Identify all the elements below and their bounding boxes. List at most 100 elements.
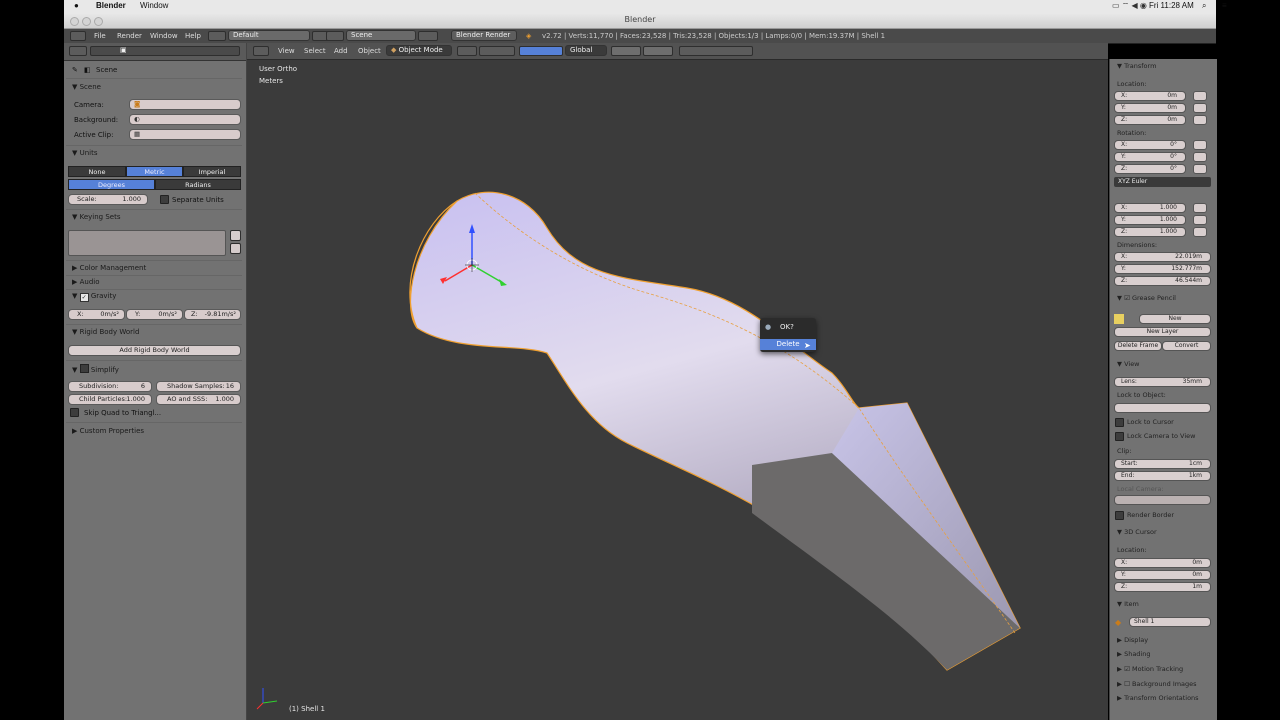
delete-frame-button[interactable]: Delete Frame — [1114, 341, 1162, 351]
lock-object-field[interactable] — [1114, 403, 1211, 413]
orientation-select[interactable]: Global — [565, 45, 607, 56]
rotation-radians[interactable]: Radians — [155, 179, 241, 190]
lock-scale-z-icon[interactable] — [1193, 227, 1207, 237]
scene-add-remove[interactable] — [418, 31, 438, 41]
simplify-checkbox[interactable] — [79, 364, 89, 373]
scale-x-field[interactable]: X: 1.000 — [1114, 203, 1186, 213]
panel-custom-properties-header[interactable]: ▶ Custom Properties — [72, 427, 144, 435]
keying-set-add-button[interactable] — [230, 230, 241, 241]
clip-start-field[interactable]: Start: 1cm — [1114, 459, 1211, 469]
panel-units-header[interactable]: ▼ Units — [72, 149, 98, 157]
object-menu[interactable]: Object — [358, 47, 381, 55]
layout-field[interactable]: Default — [228, 30, 310, 41]
dimension-y-field[interactable]: Y: 152.777m — [1114, 264, 1211, 274]
clip-end-field[interactable]: End: 1km — [1114, 471, 1211, 481]
editor-type-button[interactable] — [70, 31, 86, 41]
layout-icon[interactable] — [208, 31, 226, 41]
panel-rigid-body-header[interactable]: ▼ Rigid Body World — [72, 328, 139, 336]
menu-file[interactable]: File — [94, 32, 106, 40]
gravity-x-field[interactable]: X: 0m/s² — [68, 309, 125, 320]
layers-grid-1[interactable] — [611, 46, 641, 56]
lock-location-x-icon[interactable] — [1193, 91, 1207, 101]
dimension-x-field[interactable]: X: 22.019m — [1114, 252, 1211, 262]
render-engine-select[interactable]: Blender Render — [451, 30, 517, 41]
manipulator-toggles[interactable] — [519, 46, 563, 56]
cursor-z-field[interactable]: Z: 1m — [1114, 582, 1211, 592]
background-field[interactable]: ◐ — [129, 114, 241, 125]
background-images-header[interactable]: ▶ ☐ Background Images — [1117, 680, 1197, 688]
item-panel-header[interactable]: ▼ Item — [1117, 600, 1139, 608]
local-camera-field[interactable] — [1114, 495, 1211, 505]
motion-tracking-header[interactable]: ▶ ☑ Motion Tracking — [1117, 665, 1183, 673]
viewport-editor-type[interactable] — [253, 46, 269, 56]
apple-icon[interactable]: ● — [74, 1, 79, 10]
dimension-z-field[interactable]: Z: 46.544m — [1114, 276, 1211, 286]
new-layer-button[interactable]: New Layer — [1114, 327, 1211, 337]
3d-viewport[interactable] — [247, 43, 1108, 720]
unit-scale-field[interactable]: Scale: 1.000 — [68, 194, 148, 205]
panel-color-management-header[interactable]: ▶ Color Management — [72, 264, 146, 272]
scale-y-field[interactable]: Y: 1.000 — [1114, 215, 1186, 225]
lock-to-cursor-checkbox[interactable] — [1115, 418, 1124, 427]
lock-camera-checkbox[interactable] — [1115, 432, 1124, 441]
cursor-y-field[interactable]: Y: 0m — [1114, 570, 1211, 580]
scale-z-field[interactable]: Z: 1.000 — [1114, 227, 1186, 237]
convert-button[interactable]: Convert — [1162, 341, 1211, 351]
shading-panel-header[interactable]: ▶ Shading — [1117, 650, 1150, 658]
window-menu[interactable]: Window — [140, 1, 168, 10]
display-panel-header[interactable]: ▶ Display — [1117, 636, 1148, 644]
keying-sets-list[interactable] — [68, 230, 226, 256]
gravity-y-field[interactable]: Y: 0m/s² — [126, 309, 183, 320]
rotation-z-field[interactable]: Z: 0° — [1114, 164, 1186, 174]
lock-location-z-icon[interactable] — [1193, 115, 1207, 125]
panel-gravity-header[interactable]: ▼ ✓ Gravity — [72, 292, 116, 302]
panel-audio-header[interactable]: ▶ Audio — [72, 278, 100, 286]
layers-grid-2[interactable] — [643, 46, 673, 56]
shading-select[interactable] — [457, 46, 477, 56]
grease-pencil-header[interactable]: ▼ ☑ Grease Pencil — [1117, 294, 1176, 302]
location-z-field[interactable]: Z: 0m — [1114, 115, 1186, 125]
subdivision-field[interactable]: Subdivision: 6 — [68, 381, 152, 392]
gravity-z-field[interactable]: Z: -9.81m/s² — [184, 309, 241, 320]
add-rigid-body-world-button[interactable]: Add Rigid Body World — [68, 345, 241, 356]
scene-field[interactable]: Scene — [346, 30, 416, 41]
rotation-mode-select[interactable]: XYZ Euler — [1114, 177, 1211, 187]
location-y-field[interactable]: Y: 0m — [1114, 103, 1186, 113]
panel-keying-sets-header[interactable]: ▼ Keying Sets — [72, 213, 121, 221]
mode-select[interactable]: ◆ Object Mode — [386, 45, 452, 56]
keying-set-remove-button[interactable] — [230, 243, 241, 254]
rotation-x-field[interactable]: X: 0° — [1114, 140, 1186, 150]
lens-field[interactable]: Lens: 35mm — [1114, 377, 1211, 387]
cursor-x-field[interactable]: X: 0m — [1114, 558, 1211, 568]
scene-tab-icon[interactable]: ▣ — [120, 46, 127, 54]
lock-rotation-y-icon[interactable] — [1193, 152, 1207, 162]
grease-pencil-new-button[interactable]: New — [1139, 314, 1211, 324]
panel-scene-header[interactable]: ▼ Scene — [72, 83, 101, 91]
lock-rotation-z-icon[interactable] — [1193, 164, 1207, 174]
active-clip-field[interactable]: ▦ — [129, 129, 241, 140]
units-imperial[interactable]: Imperial — [183, 166, 241, 177]
app-menu[interactable]: Blender — [96, 1, 126, 10]
camera-field[interactable]: ◙ — [129, 99, 241, 110]
lock-location-y-icon[interactable] — [1193, 103, 1207, 113]
units-none[interactable]: None — [68, 166, 126, 177]
pin-icon[interactable]: ✎ — [72, 66, 78, 74]
scene-icon[interactable] — [326, 31, 344, 41]
rotation-y-field[interactable]: Y: 0° — [1114, 152, 1186, 162]
view-panel-header[interactable]: ▼ View — [1117, 360, 1140, 368]
shadow-samples-field[interactable]: Shadow Samples: 16 — [156, 381, 241, 392]
pivot-select[interactable] — [479, 46, 515, 56]
add-menu[interactable]: Add — [334, 47, 348, 55]
transform-panel-header[interactable]: ▼ Transform — [1117, 62, 1156, 70]
properties-editor-type[interactable] — [69, 46, 87, 56]
lock-scale-y-icon[interactable] — [1193, 215, 1207, 225]
units-metric[interactable]: Metric — [126, 166, 183, 177]
transform-orientations-header[interactable]: ▶ Transform Orientations — [1117, 694, 1199, 702]
menu-help[interactable]: Help — [185, 32, 201, 40]
menu-window[interactable]: Window — [150, 32, 178, 40]
separate-units-checkbox[interactable] — [160, 195, 169, 204]
menu-render[interactable]: Render — [117, 32, 142, 40]
lock-rotation-x-icon[interactable] — [1193, 140, 1207, 150]
select-menu[interactable]: Select — [304, 47, 326, 55]
view-menu[interactable]: View — [278, 47, 295, 55]
